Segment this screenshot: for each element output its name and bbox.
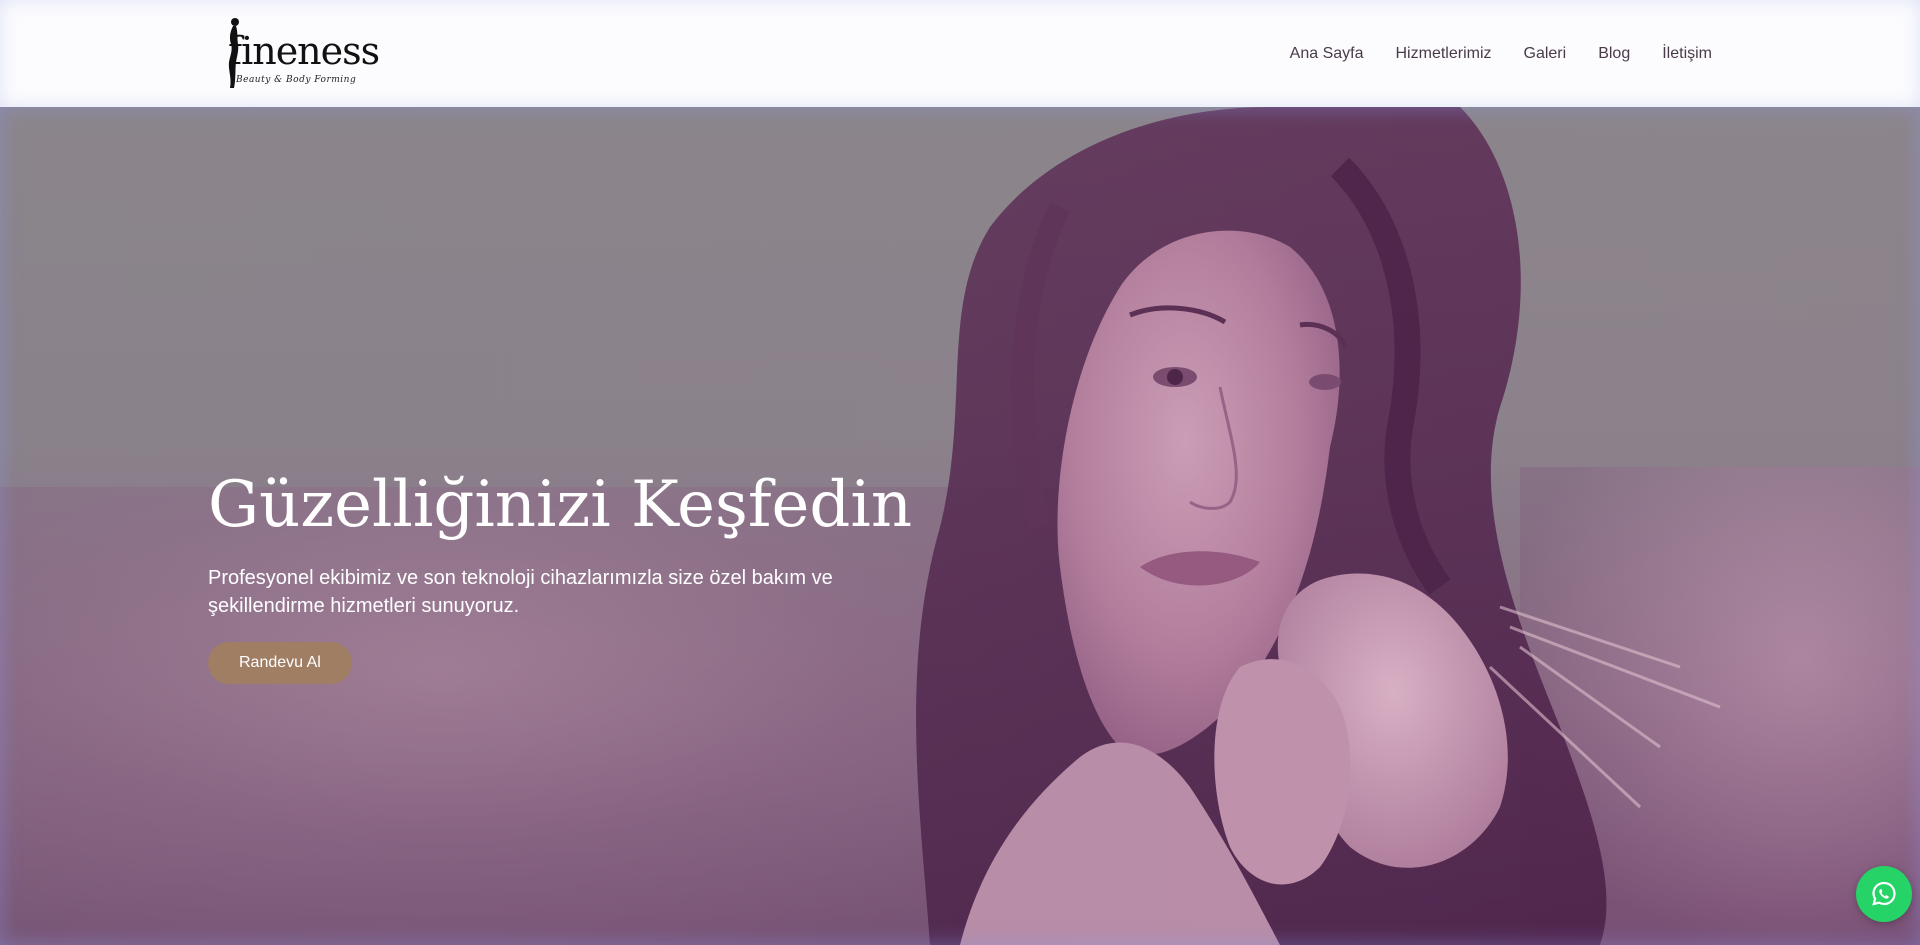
- nav-item-contact[interactable]: İletişim: [1646, 0, 1712, 107]
- logo-wordmark: fineness: [228, 28, 380, 73]
- nav-item-blog[interactable]: Blog: [1582, 0, 1646, 107]
- whatsapp-icon: [1872, 881, 1896, 906]
- nav-item-services[interactable]: Hizmetlerimiz: [1380, 0, 1508, 107]
- hero-subtitle: Profesyonel ekibimiz ve son teknoloji ci…: [208, 566, 833, 617]
- nav-item-gallery[interactable]: Galeri: [1508, 0, 1583, 107]
- hero-section: Güzelliğinizi Keşfedin Profesyonel ekibi…: [0, 107, 1920, 945]
- main-nav: Ana Sayfa Hizmetlerimiz Galeri Blog İlet…: [1274, 0, 1712, 107]
- header-inner: fineness Beauty & Body Forming Ana Sayfa…: [208, 0, 1712, 107]
- nav-item-home[interactable]: Ana Sayfa: [1274, 0, 1380, 107]
- hero-portrait-image: [916, 107, 1721, 945]
- site-logo[interactable]: fineness Beauty & Body Forming: [208, 16, 380, 96]
- hero-content: Güzelliğinizi Keşfedin Profesyonel ekibi…: [208, 467, 913, 684]
- whatsapp-button[interactable]: [1856, 866, 1912, 922]
- hero-title: Güzelliğinizi Keşfedin: [208, 468, 913, 542]
- appointment-button[interactable]: Randevu Al: [208, 641, 352, 684]
- site-header: fineness Beauty & Body Forming Ana Sayfa…: [0, 0, 1920, 107]
- logo-tagline: Beauty & Body Forming: [236, 74, 357, 85]
